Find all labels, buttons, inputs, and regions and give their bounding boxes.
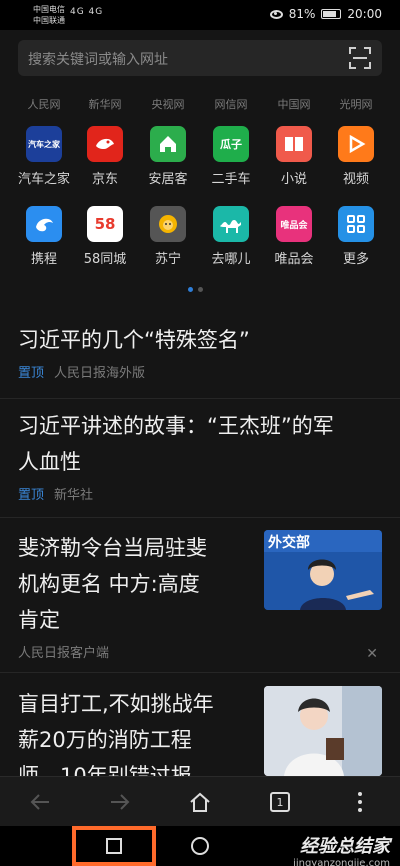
home-icon[interactable]: [186, 788, 214, 816]
address-search-bar[interactable]: 搜索关键词或输入网址: [18, 40, 382, 76]
app-guazi[interactable]: 瓜子 二手车: [201, 126, 261, 187]
app-label: 二手车: [211, 172, 251, 187]
grid-icon: [338, 206, 374, 242]
quick-link-china[interactable]: 中国网: [264, 96, 324, 112]
app-label: 视频: [342, 172, 369, 187]
pinned-badge: 置顶: [18, 366, 45, 381]
app-label: 小说: [280, 172, 307, 187]
app-qunar[interactable]: 去哪儿: [201, 206, 261, 267]
news-source: 新华社: [54, 488, 94, 503]
more-menu-icon[interactable]: [346, 788, 374, 816]
eye-comfort-icon: [269, 9, 283, 19]
news-title-line1: 盲目打工,不如挑战年: [18, 692, 214, 716]
news-meta: 人民日报客户端: [18, 642, 207, 661]
app-label: 安居客: [148, 172, 188, 187]
app-suning[interactable]: 苏宁: [138, 206, 198, 267]
watermark: 经验总结家 jingyanzongjie.com: [293, 832, 390, 866]
autohome-icon: 汽车之家: [26, 126, 62, 162]
app-anjuke[interactable]: 安居客: [138, 126, 198, 187]
news-title-line1: 习近平讲述的故事：“王杰班”的军: [18, 414, 334, 438]
app-novel[interactable]: 小说: [264, 126, 324, 187]
thumb-caption: 外交部: [268, 534, 310, 551]
scan-icon[interactable]: [348, 46, 372, 70]
news-item[interactable]: 斐济勒令台当局驻斐 机构更名 中方:高度 肯定 人民日报客户端: [18, 530, 207, 661]
close-icon[interactable]: ✕: [366, 646, 378, 662]
ctrip-dolphin-icon: [26, 206, 62, 242]
news-title-line1: 斐济勒令台当局驻斐: [18, 536, 207, 560]
square-icon: [106, 838, 122, 854]
pinned-badge: 置顶: [18, 488, 45, 503]
news-title: 习近平的几个“特殊签名”: [18, 328, 250, 352]
news-meta: 置顶 人民日报海外版: [18, 362, 250, 381]
house-icon: [150, 126, 186, 162]
news-source: 人民日报客户端: [18, 646, 110, 661]
app-autohome[interactable]: 汽车之家 汽车之家: [14, 126, 74, 187]
status-bar: 中国电信 中国联通 4G 4G 81% 20:00: [0, 0, 400, 30]
battery-percent: 81%: [288, 7, 316, 21]
news-title-line2: 人血性: [18, 450, 81, 474]
news-meta: 置顶 新华社: [18, 484, 334, 503]
news-title-line3: 肯定: [18, 608, 60, 632]
carrier-1: 中国电信: [33, 5, 65, 14]
app-58[interactable]: 58 58同城: [75, 206, 135, 267]
app-label: 京东: [91, 172, 118, 187]
circle-icon: [191, 837, 209, 855]
quick-link-renmin[interactable]: 人民网: [14, 96, 74, 112]
divider: [0, 672, 400, 673]
back-arrow-icon[interactable]: [26, 788, 54, 816]
app-jd[interactable]: 京东: [75, 126, 135, 187]
book-icon: [276, 126, 312, 162]
page-dot: [198, 287, 203, 292]
forward-arrow-icon[interactable]: [106, 788, 134, 816]
divider: [0, 517, 400, 518]
watermark-title: 经验总结家: [300, 836, 390, 857]
app-label: 58同城: [83, 252, 127, 267]
app-label: 汽车之家: [17, 172, 70, 187]
tab-count: 1: [276, 795, 284, 809]
quick-link-cctv[interactable]: 央视网: [138, 96, 198, 112]
watermark-url: jingyanzongjie.com: [293, 858, 390, 866]
vipshop-icon: 唯品会: [276, 206, 312, 242]
news-item[interactable]: 习近平讲述的故事：“王杰班”的军 人血性 置顶 新华社: [18, 408, 334, 503]
quick-link-guangming[interactable]: 光明网: [326, 96, 386, 112]
tabs-button[interactable]: 1: [266, 788, 294, 816]
news-source: 人民日报海外版: [54, 366, 146, 381]
quick-link-wangxin[interactable]: 网信网: [201, 96, 261, 112]
divider: [0, 398, 400, 399]
app-more[interactable]: 更多: [326, 206, 386, 267]
news-thumbnail[interactable]: [264, 686, 382, 776]
page-dot-active: [188, 287, 193, 292]
app-label: 唯品会: [274, 252, 314, 267]
battery-icon: [321, 9, 342, 19]
camel-icon: [213, 206, 249, 242]
app-label: 苏宁: [154, 252, 181, 267]
guazi-icon: 瓜子: [213, 126, 249, 162]
news-item[interactable]: 习近平的几个“特殊签名” 置顶 人民日报海外版: [18, 322, 250, 381]
quick-links-row: 人民网 新华网 央视网 网信网 中国网 光明网: [0, 96, 400, 112]
clock: 20:00: [347, 7, 382, 21]
news-title-line2: 机构更名 中方:高度: [18, 572, 200, 596]
status-right: 81% 20:00: [269, 7, 382, 21]
app-label: 携程: [30, 252, 57, 267]
carrier-2: 中国联通: [33, 16, 65, 25]
system-nav-bar: 经验总结家 jingyanzongjie.com: [0, 826, 400, 866]
browser-toolbar: 1: [0, 776, 400, 826]
jd-dog-icon: [87, 126, 123, 162]
recent-apps-button[interactable]: [72, 826, 156, 866]
app-video[interactable]: 视频: [326, 126, 386, 187]
play-icon: [338, 126, 374, 162]
quick-link-xinhua[interactable]: 新华网: [75, 96, 135, 112]
signal-indicator: 4G 4G: [70, 7, 104, 17]
suning-lion-icon: [150, 206, 186, 242]
news-title-line2: 薪20万的消防工程: [18, 728, 192, 752]
app-vipshop[interactable]: 唯品会 唯品会: [264, 206, 324, 267]
app-label: 更多: [342, 252, 369, 267]
app-ctrip[interactable]: 携程: [14, 206, 74, 267]
news-thumbnail[interactable]: 外交部: [264, 530, 382, 610]
58-icon: 58: [87, 206, 123, 242]
search-placeholder: 搜索关键词或输入网址: [28, 52, 168, 68]
home-circle-button[interactable]: [190, 836, 210, 860]
app-label: 去哪儿: [211, 252, 251, 267]
page-indicator: [188, 287, 203, 292]
